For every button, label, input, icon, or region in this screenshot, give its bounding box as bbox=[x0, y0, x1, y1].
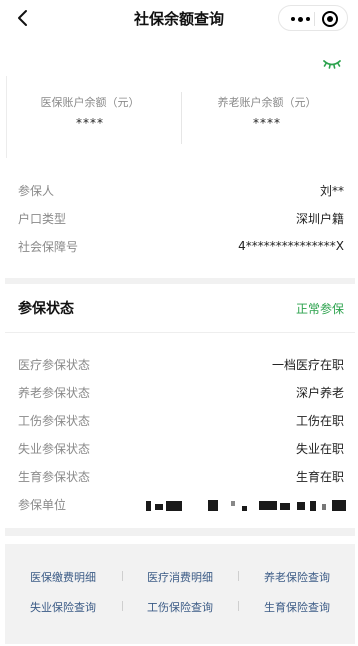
status-title: 参保状态 bbox=[18, 301, 74, 317]
balance-card: 医保账户余额（元） **** 养老账户余额（元） **** bbox=[0, 36, 358, 160]
mini-program-capsule bbox=[278, 5, 348, 31]
info-key: 社会保障号 bbox=[18, 239, 79, 254]
section-separator bbox=[5, 528, 355, 536]
unemployment-insurance-query-link[interactable]: 失业保险查询 bbox=[5, 599, 121, 615]
capsule-divider bbox=[314, 12, 315, 26]
section-separator bbox=[5, 278, 355, 284]
close-target-icon[interactable] bbox=[322, 11, 338, 27]
insured-name-row: 参保人 刘** bbox=[18, 179, 344, 201]
medical-expense-detail-link[interactable]: 医疗消费明细 bbox=[122, 569, 238, 585]
pension-balance: 养老账户余额（元） **** bbox=[183, 94, 351, 130]
medical-balance-value: **** bbox=[76, 116, 104, 130]
injury-insurance-query-link[interactable]: 工伤保险查询 bbox=[122, 599, 238, 615]
status-value: 生育在职 bbox=[295, 469, 344, 484]
info-value: 4***************X bbox=[238, 239, 344, 253]
info-value: 深圳户籍 bbox=[295, 211, 344, 226]
household-type-row: 户口类型 深圳户籍 bbox=[18, 207, 344, 229]
info-value: 刘** bbox=[319, 183, 344, 198]
medical-balance-label: 医保账户余额（元） bbox=[40, 96, 140, 109]
maternity-insurance-query-link[interactable]: 生育保险查询 bbox=[239, 599, 355, 615]
quick-links-panel: 医保缴费明细 医疗消费明细 养老保险查询 失业保险查询 工伤保险查询 生育保险查… bbox=[5, 544, 355, 644]
status-key: 失业参保状态 bbox=[18, 441, 91, 456]
medical-balance: 医保账户余额（元） **** bbox=[6, 94, 174, 130]
injury-status-row: 工伤参保状态 工伤在职 bbox=[18, 409, 344, 431]
status-value: 深户养老 bbox=[295, 385, 344, 400]
status-key: 工伤参保状态 bbox=[18, 413, 91, 428]
employer-key: 参保单位 bbox=[18, 497, 67, 512]
social-security-number-row: 社会保障号 4***************X bbox=[18, 235, 344, 257]
status-divider bbox=[5, 332, 355, 333]
redacted-employer-name bbox=[146, 498, 346, 512]
info-key: 参保人 bbox=[18, 183, 55, 198]
status-key: 医疗参保状态 bbox=[18, 357, 91, 372]
medical-status-row: 医疗参保状态 一档医疗在职 bbox=[18, 353, 344, 375]
status-badge: 正常参保 bbox=[295, 301, 344, 316]
status-header: 参保状态 正常参保 bbox=[18, 296, 344, 320]
balance-divider bbox=[181, 92, 182, 144]
info-key: 户口类型 bbox=[18, 211, 67, 226]
status-value: 工伤在职 bbox=[295, 413, 344, 428]
nav-bar: 社保余额查询 bbox=[0, 0, 358, 36]
pension-status-row: 养老参保状态 深户养老 bbox=[18, 381, 344, 403]
eye-closed-icon[interactable] bbox=[322, 58, 342, 70]
status-value: 一档医疗在职 bbox=[271, 357, 344, 372]
status-key: 养老参保状态 bbox=[18, 385, 91, 400]
pension-insurance-query-link[interactable]: 养老保险查询 bbox=[239, 569, 355, 585]
unemployment-status-row: 失业参保状态 失业在职 bbox=[18, 437, 344, 459]
pension-balance-value: **** bbox=[253, 116, 281, 130]
medical-payment-detail-link[interactable]: 医保缴费明细 bbox=[5, 569, 121, 585]
status-key: 生育参保状态 bbox=[18, 469, 91, 484]
maternity-status-row: 生育参保状态 生育在职 bbox=[18, 465, 344, 487]
pension-balance-label: 养老账户余额（元） bbox=[217, 96, 317, 109]
status-value: 失业在职 bbox=[295, 441, 344, 456]
more-menu-icon[interactable] bbox=[287, 6, 313, 32]
